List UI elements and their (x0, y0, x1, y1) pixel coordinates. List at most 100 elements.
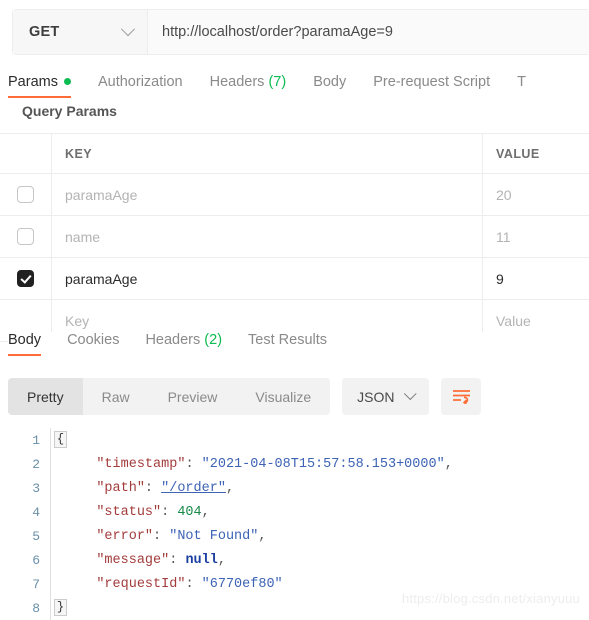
table-row: paramaAge 9 (0, 258, 589, 300)
active-tab-underline (8, 95, 71, 98)
tab-headers-label: Headers (209, 74, 265, 90)
request-url-bar: GET http://localhost/order?paramaAge=9 (12, 9, 589, 55)
row-value-text: 11 (496, 228, 511, 245)
row-checkbox[interactable] (17, 228, 34, 245)
tab-tests-label: T (517, 74, 526, 90)
json-value: null (185, 552, 218, 568)
view-mode-pretty[interactable]: Pretty (8, 378, 83, 415)
params-modified-dot-icon (63, 77, 71, 85)
json-comma: , (444, 456, 453, 472)
json-key: "status" (96, 504, 162, 520)
url-input[interactable]: http://localhost/order?paramaAge=9 (148, 10, 589, 54)
chevron-down-icon (403, 387, 416, 400)
view-mode-visualize[interactable]: Visualize (236, 378, 330, 415)
row-checkbox[interactable] (17, 186, 34, 203)
row-value-text: 20 (496, 186, 512, 203)
chevron-down-icon (120, 22, 136, 37)
json-colon: : (185, 456, 202, 472)
json-key: "requestId" (96, 576, 186, 592)
json-value: "2021-04-08T15:57:58.153+0000" (201, 456, 445, 472)
response-format-toolbar: Pretty Raw Preview Visualize JSON (8, 378, 482, 415)
code-line: 6 "message": null, (0, 548, 589, 572)
json-colon: : (169, 552, 186, 568)
code-line-content: "path": "/order", (70, 481, 234, 496)
new-value-placeholder: Value (496, 312, 531, 329)
row-checkbox-cell[interactable] (0, 174, 52, 215)
wrap-lines-button[interactable] (441, 378, 482, 415)
row-key-text: name (65, 228, 101, 245)
code-line-content: "error": "Not Found", (70, 529, 266, 544)
response-tab-headers[interactable]: Headers (2) (145, 332, 222, 356)
response-tab-body[interactable]: Body (8, 332, 42, 356)
column-header-key: KEY (65, 146, 93, 161)
open-brace-fold[interactable]: { (54, 431, 67, 448)
json-comma: , (258, 528, 267, 544)
http-method-label: GET (29, 24, 60, 40)
row-value-text: 9 (496, 270, 504, 287)
tab-tests[interactable]: T (517, 74, 526, 98)
code-line-content: "message": null, (70, 553, 226, 568)
close-brace-fold[interactable]: } (54, 599, 67, 616)
tab-authorization[interactable]: Authorization (98, 74, 183, 98)
code-line: 4 "status": 404, (0, 500, 589, 524)
row-value-cell[interactable]: 9 (483, 258, 589, 299)
table-row: name 11 (0, 216, 589, 258)
response-tab-test-results[interactable]: Test Results (248, 332, 327, 356)
row-value-cell[interactable]: 20 (483, 174, 589, 215)
tab-params-label: Params (8, 74, 58, 90)
json-comma: , (201, 504, 210, 520)
watermark: https://blog.csdn.net/xianyuuu (401, 591, 580, 606)
tab-body-label: Body (313, 74, 347, 90)
tab-headers[interactable]: Headers (7) (210, 74, 287, 98)
row-key-cell[interactable]: name (52, 216, 483, 257)
response-tab-cookies[interactable]: Cookies (67, 332, 119, 356)
row-key-cell[interactable]: paramaAge (52, 258, 483, 299)
row-checkbox-cell[interactable] (0, 258, 52, 299)
request-tab-bar: Params Authorization Headers (7) Body Pr… (8, 74, 589, 104)
row-key-cell[interactable]: paramaAge (52, 174, 483, 215)
tab-pre-request-script-label: Pre-request Script (373, 74, 491, 90)
response-tab-body-label: Body (8, 332, 42, 348)
line-number: 8 (32, 600, 40, 616)
code-line-content: "status": 404, (70, 504, 210, 520)
line-number: 6 (32, 552, 40, 568)
tab-pre-request-script[interactable]: Pre-request Script (373, 74, 490, 98)
json-key: "error" (96, 528, 154, 544)
fold-gutter (50, 572, 70, 596)
fold-gutter[interactable]: { (50, 428, 70, 452)
json-value-link[interactable]: "/order" (161, 481, 226, 496)
line-number: 1 (32, 432, 40, 448)
http-method-select[interactable]: GET (13, 10, 148, 54)
query-params-table: KEY VALUE paramaAge 20 name 11 paramaAge (0, 133, 589, 342)
code-line: 5 "error": "Not Found", (0, 524, 589, 548)
tab-params[interactable]: Params (8, 74, 71, 98)
fold-gutter (50, 548, 70, 572)
language-select[interactable]: JSON (342, 378, 430, 415)
json-value: "Not Found" (169, 528, 259, 544)
code-line: 2 "timestamp": "2021-04-08T15:57:58.153+… (0, 452, 589, 476)
table-header-row: KEY VALUE (0, 134, 589, 174)
row-checkbox-checked[interactable] (17, 270, 34, 287)
tab-body[interactable]: Body (313, 74, 346, 98)
code-line-content: "requestId": "6770ef80" (70, 576, 282, 592)
header-checkbox-cell (0, 134, 52, 173)
row-key-text: paramaAge (65, 270, 138, 287)
response-tab-headers-label: Headers (145, 332, 201, 348)
column-header-value: VALUE (496, 146, 540, 161)
json-key: "message" (96, 552, 170, 568)
line-number: 5 (32, 528, 40, 544)
fold-gutter[interactable]: } (50, 596, 70, 620)
row-key-text: paramaAge (65, 186, 138, 203)
row-checkbox-cell[interactable] (0, 216, 52, 257)
line-number: 7 (32, 576, 40, 592)
new-key-placeholder: Key (65, 312, 90, 329)
fold-gutter (50, 524, 70, 548)
fold-gutter (50, 476, 70, 500)
code-line: 3 "path": "/order", (0, 476, 589, 500)
json-comma: , (217, 552, 226, 568)
json-colon: : (161, 504, 178, 520)
row-value-cell[interactable]: 11 (483, 216, 589, 257)
view-mode-raw[interactable]: Raw (83, 378, 149, 415)
view-mode-preview[interactable]: Preview (149, 378, 237, 415)
fold-gutter (50, 452, 70, 476)
